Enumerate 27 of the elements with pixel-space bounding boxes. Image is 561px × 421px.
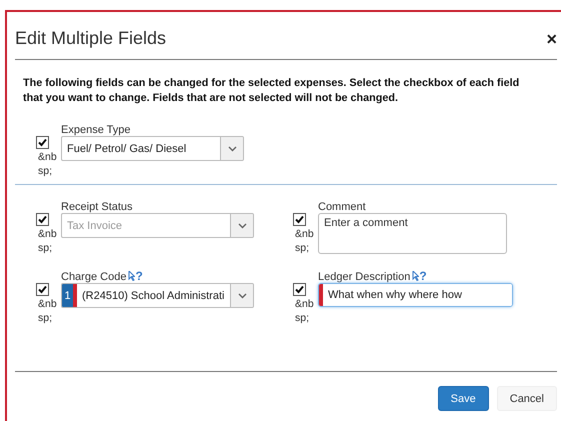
note-text: &nbsp;	[37, 227, 58, 255]
cancel-button[interactable]: Cancel	[496, 386, 557, 411]
count-badge: 1	[62, 284, 73, 307]
dialog-title: Edit Multiple Fields	[15, 28, 166, 49]
chevron-down-icon	[238, 222, 246, 228]
dropdown[interactable]: 1 (R24510) School Administrati	[61, 283, 254, 308]
save-button[interactable]: Save	[438, 386, 489, 411]
checkbox[interactable]	[293, 213, 306, 226]
note-text: &nbsp;	[294, 227, 315, 255]
checkbox[interactable]	[36, 283, 49, 296]
close-button[interactable]: ×	[546, 30, 557, 48]
field-label: Comment	[318, 201, 366, 213]
note-text: &nbsp;	[294, 297, 315, 325]
field-label: Charge Code	[61, 271, 126, 283]
text-field[interactable]: What when why where how	[318, 283, 513, 307]
field-label: Expense Type	[61, 124, 131, 136]
dropdown[interactable]: Fuel/ Petrol/ Gas/ Diesel	[61, 136, 244, 161]
checkbox[interactable]	[293, 283, 306, 296]
field-label: Receipt Status	[61, 201, 133, 213]
field-label: Ledger Description	[318, 271, 410, 283]
chevron-down-icon	[228, 146, 236, 152]
instructions-text: The following fields can be changed for the selected expenses. Select the checkbox of each field that you want to change. Fields that are not selected will not be changed.	[23, 76, 520, 106]
chevron-down-icon	[238, 292, 246, 298]
note-text: &nbsp;	[37, 297, 58, 325]
comment-field[interactable]: Enter a comment	[318, 213, 507, 254]
checkbox[interactable]	[36, 136, 49, 149]
note-text: &nbsp;	[37, 150, 58, 178]
